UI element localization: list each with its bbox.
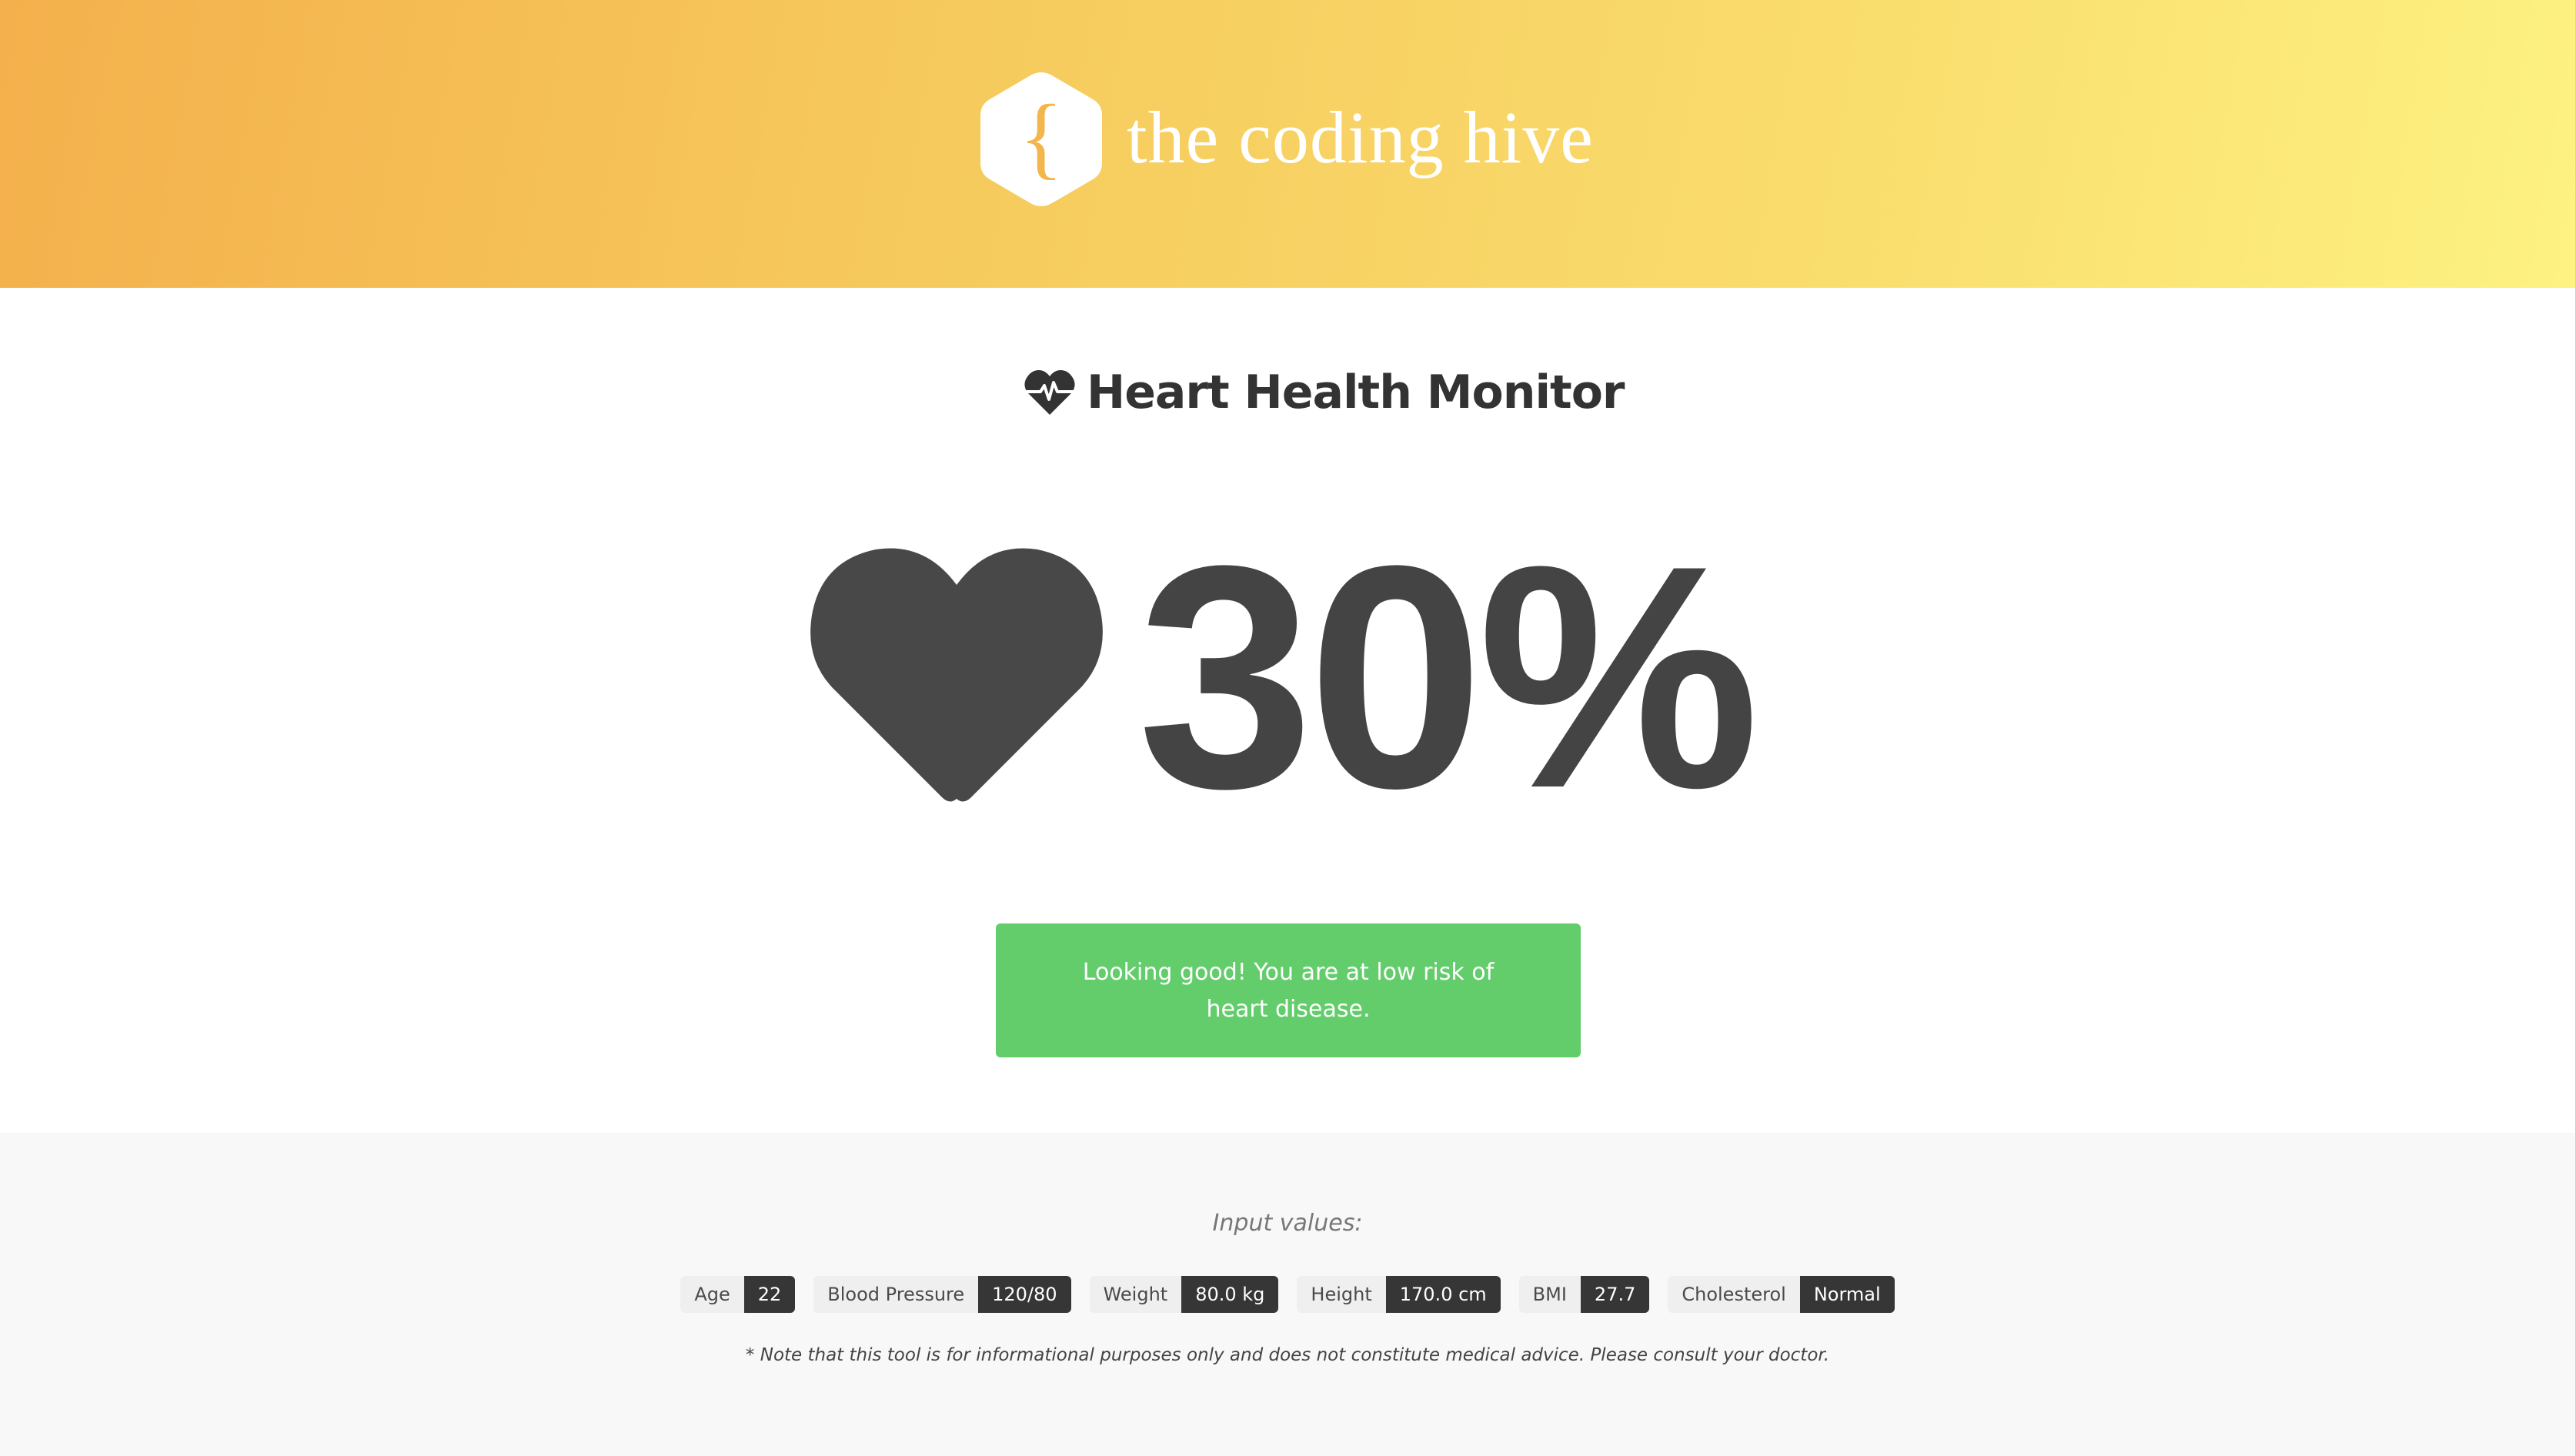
- heartbeat-icon: [1024, 370, 1075, 415]
- tag-label: Blood Pressure: [813, 1276, 979, 1313]
- input-values-section: Input values: Age 22 Blood Pressure 120/…: [0, 1133, 2575, 1456]
- tag-age: Age 22: [680, 1276, 796, 1313]
- site-header: { the coding hive: [0, 0, 2575, 288]
- tag-label: Age: [680, 1276, 744, 1313]
- tag-label: Weight: [1089, 1276, 1182, 1313]
- risk-alert-text: Looking good! You are at low risk of hea…: [1082, 959, 1495, 1023]
- page-title-row: Heart Health Monitor: [1024, 362, 1625, 423]
- risk-alert: Looking good! You are at low risk of hea…: [996, 923, 1581, 1057]
- disclaimer-note: * Note that this tool is for information…: [745, 1345, 1830, 1365]
- tag-value: Normal: [1799, 1276, 1895, 1313]
- tag-label: Height: [1297, 1276, 1386, 1313]
- tag-weight: Weight 80.0 kg: [1089, 1276, 1279, 1313]
- brand-name: the coding hive: [1127, 96, 1594, 179]
- tag-value: 80.0 kg: [1181, 1276, 1279, 1313]
- page-title: Heart Health Monitor: [1087, 366, 1625, 419]
- input-tags: Age 22 Blood Pressure 120/80 Weight 80.0…: [0, 1276, 2575, 1313]
- tag-blood-pressure: Blood Pressure 120/80: [813, 1276, 1071, 1313]
- hexagon-brace-logo-icon: {: [980, 72, 1102, 206]
- brand-link[interactable]: { the coding hive: [977, 68, 1594, 211]
- risk-percentage: 30%: [1137, 500, 1760, 854]
- tag-value: 27.7: [1580, 1276, 1650, 1313]
- tag-height: Height 170.0 cm: [1297, 1276, 1501, 1313]
- input-values-heading: Input values:: [1212, 1210, 1363, 1237]
- tag-bmi: BMI 27.7: [1518, 1276, 1650, 1313]
- heart-icon: [810, 548, 1103, 802]
- tag-value: 170.0 cm: [1385, 1276, 1501, 1313]
- main-content: Heart Health Monitor 30% Looking good! Y…: [0, 288, 2575, 1133]
- tag-value: 120/80: [978, 1276, 1071, 1313]
- logo-brace-glyph: {: [1019, 85, 1064, 188]
- tag-label: BMI: [1518, 1276, 1581, 1313]
- tag-value: 22: [743, 1276, 796, 1313]
- tag-cholesterol: Cholesterol Normal: [1668, 1276, 1895, 1313]
- tag-label: Cholesterol: [1668, 1276, 1800, 1313]
